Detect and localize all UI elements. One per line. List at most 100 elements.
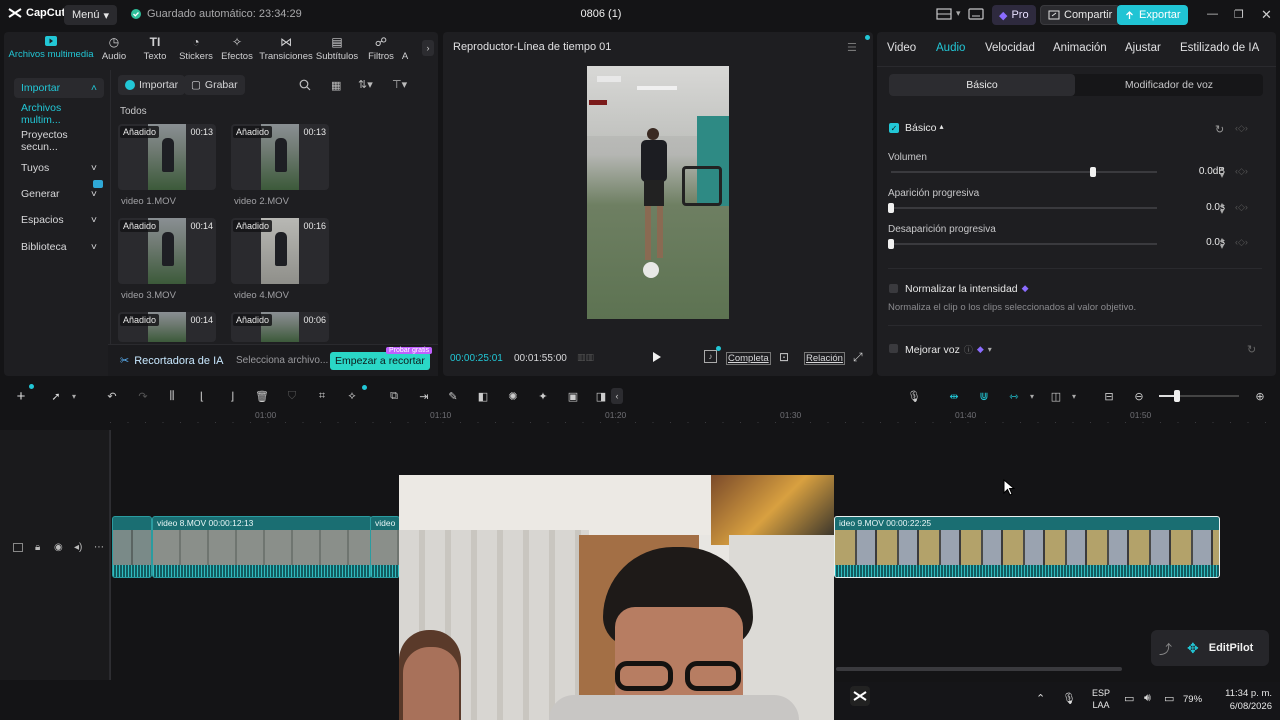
aspect-ratio-button[interactable]: Relación xyxy=(804,352,845,365)
tab-more[interactable]: A xyxy=(398,35,412,62)
chevron-down-icon[interactable]: ▾ xyxy=(956,8,961,19)
chevron-down-icon[interactable]: ▾ xyxy=(1066,388,1082,404)
clock[interactable]: 11:34 p. m. 6/08/2026 xyxy=(1214,687,1272,713)
tab-animation[interactable]: Animación xyxy=(1053,42,1107,54)
reset-icon[interactable]: ↻ xyxy=(1215,123,1224,136)
capcut-taskbar-icon[interactable] xyxy=(850,686,870,706)
tab-transitions[interactable]: ⋈ Transiciones xyxy=(259,35,313,62)
stepper-icon[interactable]: ▴ ▾ xyxy=(1220,165,1224,180)
grid-view-icon[interactable]: ▦ xyxy=(331,79,341,92)
keyboard-icon[interactable] xyxy=(968,8,984,20)
keyframe-nav-icon[interactable]: ‹◇› xyxy=(1235,237,1248,248)
lock-icon[interactable]: 🔒︎ xyxy=(35,542,40,553)
share-button[interactable]: Compartir xyxy=(1040,5,1121,25)
sidebar-item-espacios[interactable]: Espacios ˅ xyxy=(14,210,104,230)
volume-icon[interactable]: ◂) xyxy=(74,542,82,553)
menu-lines-icon[interactable]: ☰ xyxy=(847,41,857,54)
normalize-checkbox[interactable] xyxy=(889,284,898,293)
preview-axis-icon[interactable]: ⇿ xyxy=(1006,388,1022,404)
timeline-scrollbar[interactable] xyxy=(836,667,1122,671)
chevron-left-icon[interactable]: ‹ xyxy=(611,388,623,404)
export-button[interactable]: Exportar xyxy=(1117,5,1188,25)
split-right-icon[interactable]: ⌋ xyxy=(224,388,240,404)
split-icon[interactable]: ⫼ xyxy=(164,388,180,404)
timeline-clip[interactable]: video 8.MOV 00:00:12:13 xyxy=(152,516,372,578)
redo-icon[interactable]: ↷ xyxy=(135,388,151,404)
transform-icon[interactable]: ▣ xyxy=(565,388,581,404)
split-left-icon[interactable]: ⌊ xyxy=(194,388,210,404)
keyframe-nav-icon[interactable]: ‹◇› xyxy=(1235,123,1248,134)
tab-ai-styling[interactable]: Estilizado de IA xyxy=(1180,42,1259,54)
zoom-in-icon[interactable]: ⊕ xyxy=(1252,388,1268,404)
sidebar-item-proyectos[interactable]: Proyectos secun... xyxy=(14,129,104,153)
media-thumbnail[interactable]: Añadido 00:13 xyxy=(231,124,329,190)
sidebar-item-generar[interactable]: Generar ˅ xyxy=(14,184,104,204)
ai-edit-icon[interactable]: ⟡ xyxy=(344,388,360,404)
undo-icon[interactable]: ↶ xyxy=(104,388,120,404)
filter-icon[interactable]: ⊤▾ xyxy=(392,78,407,91)
mask-icon[interactable]: ◨ xyxy=(593,388,609,404)
pro-button[interactable]: ◆ Pro xyxy=(992,5,1036,25)
tab-stickers[interactable]: ◔ Stickers xyxy=(174,35,218,62)
chevron-down-icon[interactable]: ▾ xyxy=(1024,388,1040,404)
crop-icon[interactable]: ⌗ xyxy=(314,388,330,404)
fade-in-slider[interactable] xyxy=(891,207,1157,209)
zoom-slider-knob[interactable] xyxy=(1174,390,1180,402)
freeze-icon[interactable]: ⧉ xyxy=(386,388,402,404)
basic-section-header[interactable]: Básico ▴ xyxy=(905,122,944,134)
tab-adjust[interactable]: Ajustar xyxy=(1125,42,1161,54)
volume-slider[interactable] xyxy=(891,171,1157,173)
timeline-clip[interactable]: video 9 xyxy=(370,516,400,578)
project-title[interactable]: 0806 (1) xyxy=(560,8,642,20)
shield-icon[interactable]: ⛉ xyxy=(284,388,300,404)
screenshot-icon[interactable]: ⊡ xyxy=(779,350,789,364)
media-thumbnail[interactable]: Añadido 00:14 xyxy=(118,218,216,284)
keyframe-nav-icon[interactable]: ‹◇› xyxy=(1235,202,1248,213)
reverse-icon[interactable]: ⇥ xyxy=(416,388,432,404)
play-icon[interactable] xyxy=(652,351,662,363)
full-quality-button[interactable]: Completa xyxy=(726,352,771,365)
enhance-icon[interactable]: ✦ xyxy=(535,388,551,404)
subtab-voice-changer[interactable]: Modificador de voz xyxy=(1075,74,1263,96)
tab-speed[interactable]: Velocidad xyxy=(985,42,1035,54)
import-button[interactable]: Importar xyxy=(118,75,186,95)
pointer-icon[interactable]: ⤴ xyxy=(1159,639,1177,658)
tab-text[interactable]: TI Texto xyxy=(133,35,177,62)
tab-audio[interactable]: Audio xyxy=(936,42,965,54)
sort-icon[interactable]: ⇅▾ xyxy=(358,78,373,91)
link-clips-icon[interactable]: ⇹ xyxy=(946,388,962,404)
timeline-clip-selected[interactable]: ideo 9.MOV 00:00:22:25 xyxy=(834,516,1220,578)
fade-out-value[interactable]: 0.0s xyxy=(1167,237,1225,248)
search-icon[interactable] xyxy=(299,79,311,91)
tab-media[interactable]: Archivos multimedia xyxy=(8,35,94,60)
record-button[interactable]: ▢ Grabar xyxy=(184,75,245,95)
chevron-right-icon[interactable]: › xyxy=(422,40,434,56)
close-icon[interactable]: ✕ xyxy=(1261,7,1272,23)
media-thumbnail[interactable]: Añadido 00:06 xyxy=(231,312,329,342)
layout-icon[interactable] xyxy=(936,8,952,20)
fade-in-value[interactable]: 0.0s xyxy=(1167,202,1225,213)
tab-effects[interactable]: ✧ Efectos xyxy=(215,35,259,62)
video-preview[interactable] xyxy=(587,66,729,319)
editpilot-widget[interactable]: ⤴ ✥ EditPilot xyxy=(1151,630,1269,666)
media-thumbnail[interactable]: Añadido 00:14 xyxy=(118,312,216,342)
fade-out-slider-knob[interactable] xyxy=(888,239,894,249)
fade-out-slider[interactable] xyxy=(891,243,1157,245)
magic-icon[interactable]: ✎ xyxy=(445,388,461,404)
cursor-icon[interactable]: ➚ xyxy=(48,388,64,404)
enhance-voice-header[interactable]: Mejorar voz ⓘ ◆ ▾ xyxy=(905,343,992,356)
chevron-down-icon[interactable]: ▾ xyxy=(66,388,82,404)
microphone-icon[interactable]: 🎙 xyxy=(1062,692,1076,705)
language-indicator[interactable]: ESP LAA xyxy=(1092,687,1110,711)
chevron-up-icon[interactable]: ⌃ xyxy=(1036,692,1045,705)
effects-icon[interactable]: ✺ xyxy=(505,388,521,404)
keyframe-nav-icon[interactable]: ‹◇› xyxy=(1235,166,1248,177)
start-trim-button[interactable]: Empezar a recortar xyxy=(330,352,430,370)
volume-slider-knob[interactable] xyxy=(1090,167,1097,177)
sidebar-item-biblioteca[interactable]: Biblioteca ˅ xyxy=(14,237,104,257)
battery-icon[interactable]: ▭ xyxy=(1164,692,1174,705)
basic-checkbox[interactable]: ✓ xyxy=(889,123,899,133)
more-icon[interactable]: ⋯ xyxy=(94,542,104,553)
split-screen-icon[interactable]: ◫ xyxy=(1048,388,1064,404)
enhance-voice-checkbox[interactable] xyxy=(889,344,898,353)
